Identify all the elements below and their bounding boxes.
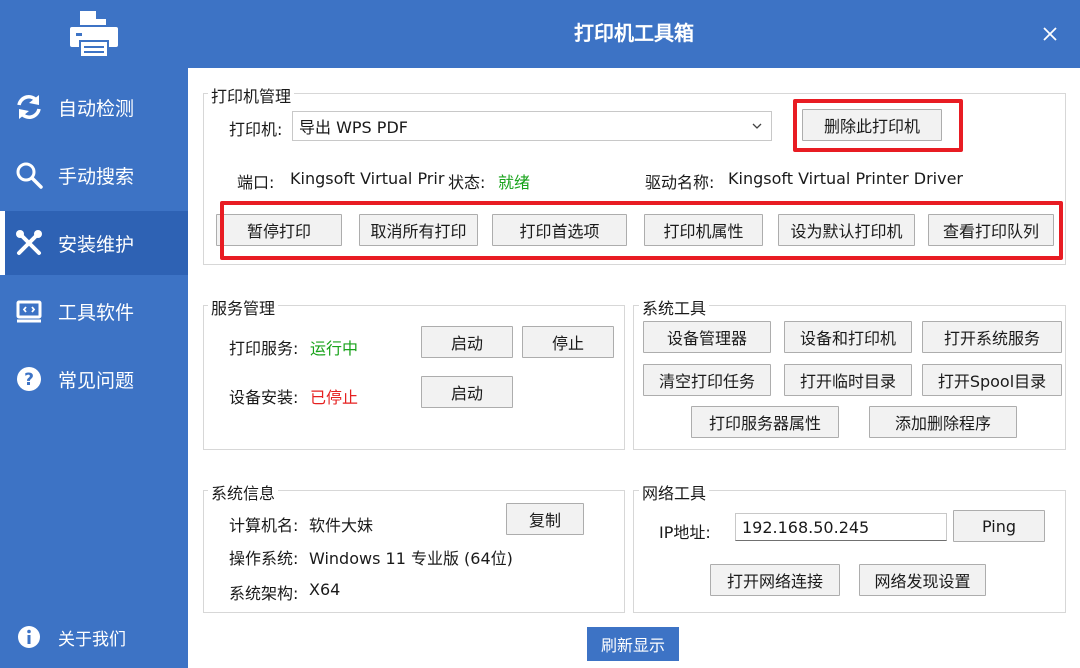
svg-text:?: ?	[24, 370, 34, 390]
open-system-services-button[interactable]: 打开系统服务	[922, 321, 1062, 353]
close-icon	[1043, 27, 1057, 41]
port-label: 端口:	[237, 173, 275, 192]
ip-label: IP地址:	[659, 523, 711, 542]
devices-and-printers-button[interactable]: 设备和打印机	[784, 321, 912, 353]
os-value: Windows 11 专业版 (64位)	[309, 549, 513, 568]
window-title: 打印机工具箱	[574, 21, 694, 45]
stop-print-service-button[interactable]: 停止	[522, 326, 614, 358]
sidebar-item-label: 工具软件	[58, 301, 135, 324]
os-label: 操作系统:	[229, 549, 299, 568]
refresh-button[interactable]: 刷新显示	[587, 627, 679, 661]
print-service-label: 打印服务:	[229, 339, 299, 358]
chevron-down-icon	[752, 123, 762, 129]
service-management-title: 服务管理	[208, 295, 279, 319]
arch-value: X64	[309, 580, 341, 599]
sidebar-item-label: 常见问题	[58, 369, 135, 392]
printer-icon	[70, 11, 118, 58]
main-content: 打印机管理 打印机: 导出 WPS PDF 删除此打印机 端口: Kingsof…	[188, 68, 1080, 668]
view-print-queue-button[interactable]: 查看打印队列	[928, 214, 1054, 246]
computer-name-label: 计算机名:	[229, 516, 299, 535]
ping-button[interactable]: Ping	[953, 510, 1045, 542]
sidebar: 自动检测 手动搜索 安装维护 工具软件 ? 常见问题 关于我们	[0, 0, 188, 668]
start-print-service-button[interactable]: 启动	[421, 326, 513, 358]
question-icon: ?	[14, 364, 44, 394]
title-bar: 打印机工具箱	[188, 0, 1080, 68]
device-install-status: 已停止	[310, 388, 359, 407]
pause-print-button[interactable]: 暂停打印	[216, 214, 342, 246]
status-value: 就绪	[498, 173, 531, 192]
clear-print-jobs-button[interactable]: 清空打印任务	[643, 364, 771, 396]
open-temp-folder-button[interactable]: 打开临时目录	[784, 364, 912, 396]
device-manager-button[interactable]: 设备管理器	[643, 321, 771, 353]
system-tools-title: 系统工具	[639, 295, 710, 319]
sidebar-item-label: 手动搜索	[58, 165, 135, 188]
cancel-all-prints-button[interactable]: 取消所有打印	[359, 214, 478, 246]
add-remove-programs-button[interactable]: 添加删除程序	[869, 406, 1017, 438]
network-tools-title: 网络工具	[639, 480, 710, 504]
driver-value: Kingsoft Virtual Printer Driver	[728, 169, 963, 188]
info-icon	[14, 622, 44, 652]
sidebar-item-label: 安装维护	[58, 233, 135, 256]
device-install-label: 设备安装:	[229, 388, 299, 407]
start-device-install-button[interactable]: 启动	[421, 376, 513, 408]
tools-icon	[14, 228, 44, 258]
network-discovery-settings-button[interactable]: 网络发现设置	[859, 564, 986, 596]
sidebar-item-faq[interactable]: ? 常见问题	[0, 347, 188, 411]
computer-name-value: 软件大妹	[309, 516, 374, 535]
sidebar-item-install-maintain[interactable]: 安装维护	[0, 211, 188, 275]
set-default-printer-button[interactable]: 设为默认打印机	[778, 214, 915, 246]
refresh-icon	[14, 92, 44, 122]
printer-select[interactable]: 导出 WPS PDF	[292, 111, 772, 141]
search-icon	[14, 160, 44, 190]
open-network-connections-button[interactable]: 打开网络连接	[710, 564, 840, 596]
print-server-properties-button[interactable]: 打印服务器属性	[691, 406, 839, 438]
network-tools-group	[633, 490, 1066, 613]
monitor-code-icon	[14, 296, 44, 326]
sidebar-item-auto-detect[interactable]: 自动检测	[0, 75, 188, 139]
printer-properties-button[interactable]: 打印机属性	[644, 214, 763, 246]
open-spool-folder-button[interactable]: 打开Spool目录	[922, 364, 1062, 396]
driver-label: 驱动名称:	[645, 173, 715, 192]
close-button[interactable]	[1038, 22, 1062, 46]
sidebar-item-about[interactable]: 关于我们	[0, 605, 188, 668]
printer-select-value: 导出 WPS PDF	[299, 118, 408, 137]
port-value: Kingsoft Virtual Prir	[290, 169, 445, 188]
arch-label: 系统架构:	[229, 584, 299, 603]
printer-label: 打印机:	[229, 120, 283, 139]
print-service-status: 运行中	[310, 339, 359, 358]
sidebar-item-manual-search[interactable]: 手动搜索	[0, 143, 188, 207]
system-info-title: 系统信息	[208, 480, 279, 504]
ip-address-input[interactable]: 192.168.50.245	[735, 513, 947, 541]
printer-management-title: 打印机管理	[208, 83, 295, 107]
copy-button[interactable]: 复制	[506, 503, 584, 535]
print-preferences-button[interactable]: 打印首选项	[492, 214, 627, 246]
sidebar-item-label: 自动检测	[58, 97, 135, 120]
delete-printer-button[interactable]: 删除此打印机	[802, 109, 942, 141]
sidebar-item-label: 关于我们	[58, 629, 126, 650]
sidebar-item-tool-software[interactable]: 工具软件	[0, 279, 188, 343]
app-logo	[0, 0, 188, 68]
status-label: 状态:	[447, 169, 486, 193]
